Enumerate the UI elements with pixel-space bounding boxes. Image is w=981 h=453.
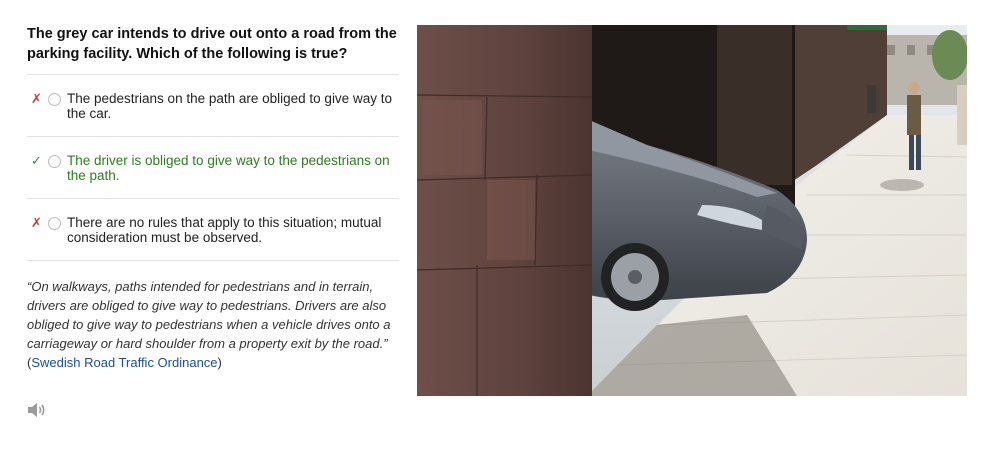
radio-button[interactable]	[48, 93, 61, 106]
explanation-quote: “On walkways, paths intended for pedestr…	[27, 279, 391, 351]
correct-mark-icon: ✓	[31, 153, 42, 168]
answer-option-1[interactable]: ✗ The pedestrians on the path are oblige…	[27, 75, 399, 136]
answer-option-text: There are no rules that apply to this si…	[67, 215, 382, 245]
radio-button[interactable]	[48, 217, 61, 230]
answer-option-3[interactable]: ✗ There are no rules that apply to this …	[27, 199, 399, 260]
wrong-mark-icon: ✗	[31, 91, 42, 106]
question-text: The grey car intends to drive out onto a…	[27, 26, 397, 62]
radio-button[interactable]	[48, 155, 61, 168]
answer-option-text: The driver is obliged to give way to the…	[67, 153, 390, 183]
source-link[interactable]: Swedish Road Traffic Ordinance	[31, 355, 217, 370]
answer-option-text: The pedestrians on the path are obliged …	[67, 91, 392, 121]
wrong-mark-icon: ✗	[31, 215, 42, 230]
speaker-icon[interactable]	[27, 402, 47, 418]
scene-photo	[417, 25, 967, 396]
divider	[27, 260, 399, 261]
answer-option-2[interactable]: ✓ The driver is obliged to give way to t…	[27, 137, 399, 198]
question-panel: The grey car intends to drive out onto a…	[27, 24, 399, 372]
explanation: “On walkways, paths intended for pedestr…	[27, 277, 399, 372]
paren-close: )	[217, 355, 222, 370]
